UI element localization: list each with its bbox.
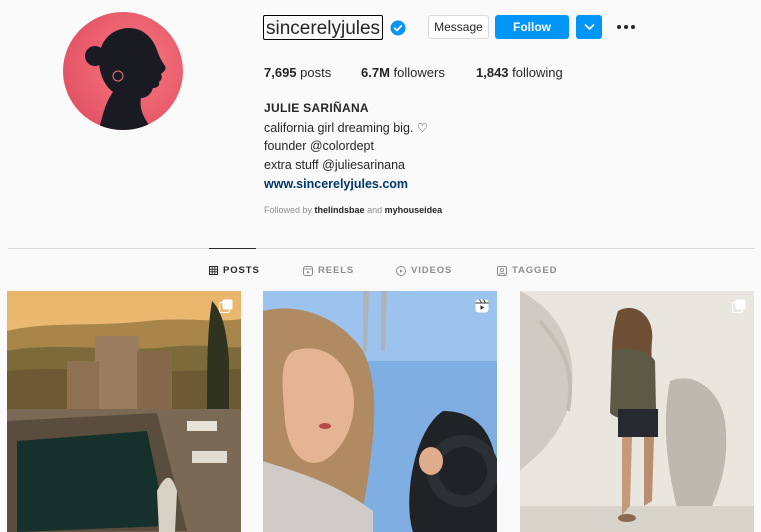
grid-icon — [209, 266, 218, 275]
more-options-button[interactable] — [614, 18, 638, 36]
tab-posts[interactable]: POSTS — [209, 265, 260, 276]
website-link[interactable]: www.sincerelyjules.com — [264, 177, 408, 191]
tab-tagged[interactable]: TAGGED — [497, 265, 557, 276]
username[interactable]: sincerelyjules — [263, 15, 384, 40]
followed-by-prefix: Followed by — [264, 205, 313, 215]
post-image — [263, 291, 497, 532]
tab-label: REELS — [318, 265, 355, 276]
followed-by-user[interactable]: myhouseidea — [385, 205, 443, 215]
reel-icon — [475, 299, 489, 313]
followers-count-label: followers — [393, 65, 445, 80]
post-thumbnail[interactable] — [263, 291, 497, 532]
bio-line: extra stuff @juliesarinana — [264, 158, 406, 172]
carousel-icon — [219, 299, 233, 313]
tab-videos[interactable]: VIDEOS — [396, 265, 452, 276]
full-name: JULIE SARIÑANA — [264, 101, 369, 115]
carousel-icon — [732, 299, 746, 313]
bio-line: california girl dreaming big. ♡ — [264, 121, 429, 135]
followed-by-user[interactable]: thelindsbae — [315, 205, 365, 215]
posts-count: 7,695 posts — [264, 65, 331, 80]
tab-label: VIDEOS — [411, 265, 453, 276]
post-thumbnail[interactable] — [520, 291, 754, 532]
tab-label: TAGGED — [512, 265, 558, 276]
following-count[interactable]: 1,843 following — [476, 65, 563, 80]
followers-count-value: 6.7M — [361, 65, 390, 80]
following-count-value: 1,843 — [476, 65, 509, 80]
chevron-down-icon — [584, 24, 595, 31]
bio-line: founder @colordept — [264, 139, 374, 153]
avatar-silhouette-image — [85, 28, 166, 130]
posts-count-label: posts — [300, 65, 332, 80]
tab-reels[interactable]: REELS — [303, 265, 354, 276]
post-image — [520, 291, 754, 532]
post-image — [7, 291, 241, 532]
profile-avatar[interactable] — [63, 12, 183, 130]
reels-icon — [303, 265, 313, 276]
followed-by-joiner: and — [367, 205, 383, 215]
more-dots-icon — [617, 25, 635, 29]
following-count-label: following — [512, 65, 563, 80]
tag-icon — [497, 265, 507, 276]
post-thumbnail[interactable] — [7, 291, 241, 532]
play-icon — [396, 265, 406, 276]
suggested-dropdown-button[interactable] — [576, 15, 602, 39]
verified-badge-icon — [390, 20, 406, 36]
message-button[interactable]: Message — [428, 15, 489, 39]
follow-button[interactable]: Follow — [495, 15, 569, 39]
followed-by-text: Followed by thelindsbae and myhouseidea — [264, 205, 442, 215]
posts-count-value: 7,695 — [264, 65, 297, 80]
tab-label: POSTS — [223, 265, 260, 276]
tabs-divider — [8, 248, 755, 249]
followers-count[interactable]: 6.7M followers — [361, 65, 445, 80]
active-tab-indicator — [209, 248, 256, 249]
